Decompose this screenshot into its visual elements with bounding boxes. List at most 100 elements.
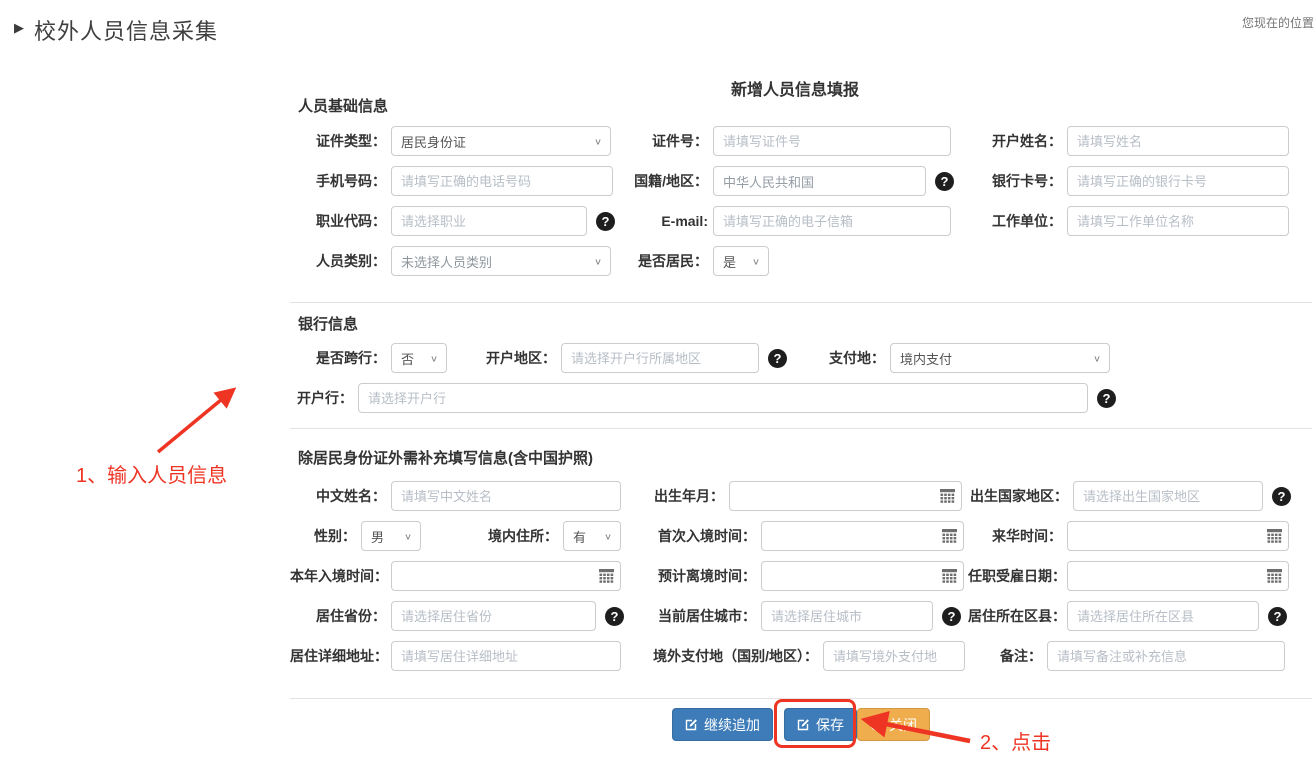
remarks-input[interactable]	[1047, 641, 1285, 671]
domestic-residence-select[interactable]: 有 ∨	[563, 521, 621, 551]
gender-label: 性别：	[290, 526, 356, 546]
field-expected-departure: 预计离境时间：	[630, 561, 964, 591]
help-icon[interactable]: ?	[596, 212, 615, 231]
field-overseas-pay: 境外支付地（国别/地区）：	[630, 641, 965, 671]
field-cross-bank: 是否跨行： 否 ∨	[290, 343, 447, 373]
help-icon[interactable]: ?	[1268, 607, 1287, 626]
first-entry-input[interactable]	[761, 521, 964, 551]
chevron-down-icon: ∨	[594, 256, 602, 266]
help-icon[interactable]: ?	[935, 172, 954, 191]
calendar-icon[interactable]	[599, 569, 614, 583]
mobile-input[interactable]	[391, 166, 613, 196]
field-birth-date: 出生年月：	[630, 481, 962, 511]
arrival-time-input[interactable]	[1067, 521, 1289, 551]
form-title: 新增人员信息填报	[290, 76, 1300, 100]
bank-region-input[interactable]	[561, 343, 759, 373]
person-type-value: 未选择人员类别	[401, 252, 492, 271]
save-button[interactable]: 保存	[784, 708, 857, 741]
person-type-select[interactable]: 未选择人员类别 ∨	[391, 246, 611, 276]
entry-this-year-label: 本年入境时间：	[290, 566, 386, 586]
field-is-resident: 是否居民： 是 ∨	[618, 246, 769, 276]
bank-card-label: 银行卡号：	[968, 171, 1062, 191]
expected-departure-input[interactable]	[761, 561, 964, 591]
close-icon	[870, 718, 883, 731]
account-name-label: 开户姓名：	[968, 131, 1062, 151]
occupation-input[interactable]	[391, 206, 587, 236]
employer-input[interactable]	[1067, 206, 1289, 236]
gender-select[interactable]: 男 ∨	[361, 521, 421, 551]
pay-place-value: 境内支付	[900, 349, 952, 368]
cross-bank-value: 否	[401, 349, 414, 368]
field-employment-date: 任职受雇日期：	[968, 561, 1289, 591]
field-address: 居住详细地址：	[290, 641, 621, 671]
arrival-time-label: 来华时间：	[968, 526, 1062, 546]
account-name-input[interactable]	[1067, 126, 1289, 156]
bank-card-input[interactable]	[1067, 166, 1289, 196]
province-input[interactable]	[391, 601, 596, 631]
birth-country-input[interactable]	[1073, 481, 1263, 511]
field-person-type: 人员类别： 未选择人员类别 ∨	[290, 246, 611, 276]
field-gender: 性别： 男 ∨	[290, 521, 421, 551]
field-arrival-time: 来华时间：	[968, 521, 1289, 551]
overseas-pay-input[interactable]	[823, 641, 965, 671]
address-label: 居住详细地址：	[290, 646, 386, 666]
cert-type-value: 居民身份证	[401, 132, 466, 151]
overseas-pay-label: 境外支付地（国别/地区）：	[630, 646, 818, 666]
divider	[290, 698, 1312, 699]
cn-name-input[interactable]	[391, 481, 621, 511]
nationality-input[interactable]	[713, 166, 926, 196]
is-resident-select[interactable]: 是 ∨	[713, 246, 769, 276]
bank-branch-input[interactable]	[358, 383, 1088, 413]
entry-this-year-input[interactable]	[391, 561, 621, 591]
remarks-label: 备注：	[968, 646, 1042, 666]
district-input[interactable]	[1067, 601, 1259, 631]
calendar-icon[interactable]	[940, 489, 955, 503]
calendar-icon[interactable]	[942, 569, 957, 583]
calendar-icon[interactable]	[1267, 569, 1282, 583]
domestic-residence-value: 有	[573, 527, 586, 546]
email-input[interactable]	[713, 206, 951, 236]
divider	[290, 428, 1312, 429]
field-employer: 工作单位：	[968, 206, 1289, 236]
section-bank-title: 银行信息	[298, 313, 358, 334]
employment-date-input[interactable]	[1067, 561, 1289, 591]
employment-date-label: 任职受雇日期：	[968, 566, 1062, 586]
breadcrumb: 您现在的位置	[1242, 14, 1314, 31]
calendar-icon[interactable]	[1267, 529, 1282, 543]
calendar-icon[interactable]	[942, 529, 957, 543]
cert-type-select[interactable]: 居民身份证 ∨	[391, 126, 611, 156]
section-basic-title: 人员基础信息	[298, 95, 388, 116]
cross-bank-select[interactable]: 否 ∨	[391, 343, 447, 373]
help-icon[interactable]: ?	[1272, 487, 1291, 506]
field-domestic-residence: 境内住所： 有 ∨	[470, 521, 621, 551]
field-entry-this-year: 本年入境时间：	[290, 561, 621, 591]
person-type-label: 人员类别：	[290, 251, 386, 271]
cert-no-input[interactable]	[713, 126, 951, 156]
address-input[interactable]	[391, 641, 621, 671]
email-label: E-mail:	[618, 213, 708, 229]
annotation-arrow-1	[158, 390, 233, 452]
help-icon[interactable]: ?	[768, 349, 787, 368]
field-district: 居住所在区县： ?	[968, 601, 1287, 631]
cn-name-label: 中文姓名：	[290, 486, 386, 506]
pay-place-label: 支付地：	[828, 348, 885, 368]
close-button[interactable]: 关闭	[857, 708, 930, 741]
chevron-down-icon: ∨	[752, 256, 760, 266]
field-pay-place: 支付地： 境内支付 ∨	[828, 343, 1110, 373]
field-province: 居住省份： ?	[290, 601, 624, 631]
help-icon[interactable]: ?	[605, 607, 624, 626]
section-extra-title: 除居民身份证外需补充填写信息(含中国护照)	[298, 447, 593, 468]
nationality-label: 国籍/地区：	[618, 171, 708, 191]
field-account-name: 开户姓名：	[968, 126, 1289, 156]
pay-place-select[interactable]: 境内支付 ∨	[890, 343, 1110, 373]
field-bank-card: 银行卡号：	[968, 166, 1289, 196]
chevron-down-icon: ∨	[604, 531, 612, 541]
help-icon[interactable]: ?	[1097, 389, 1116, 408]
append-button[interactable]: 继续追加	[672, 708, 773, 741]
field-bank-region: 开户地区： ?	[470, 343, 787, 373]
help-icon[interactable]: ?	[942, 607, 961, 626]
city-input[interactable]	[761, 601, 933, 631]
birth-date-input[interactable]	[729, 481, 962, 511]
field-mobile: 手机号码：	[290, 166, 613, 196]
edit-icon	[797, 718, 810, 731]
